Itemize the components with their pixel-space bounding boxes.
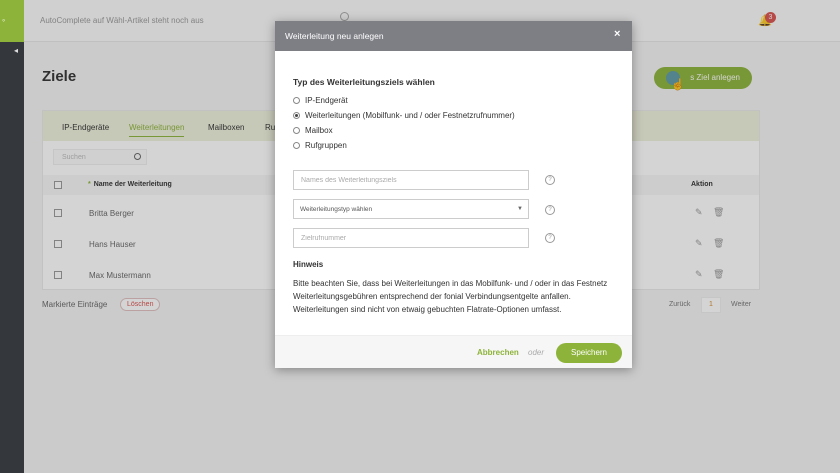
forwarding-type-select[interactable]: Weiterleitungstyp wählen ▼ xyxy=(293,199,529,219)
radio-label[interactable]: Rufgruppen xyxy=(305,141,347,150)
radio-label[interactable]: IP-Endgerät xyxy=(305,96,348,105)
rail-home-button[interactable]: ◦ xyxy=(0,0,24,42)
help-icon[interactable]: ? xyxy=(545,233,555,243)
target-number-input[interactable] xyxy=(294,229,528,247)
help-icon[interactable]: ? xyxy=(545,205,555,215)
chevron-down-icon[interactable]: ▼ xyxy=(517,206,523,212)
hint-title: Hinweis xyxy=(293,260,324,269)
radio-label[interactable]: Mailbox xyxy=(305,126,333,135)
collapse-icon[interactable]: ◂ xyxy=(14,46,18,55)
help-icon[interactable]: ? xyxy=(545,175,555,185)
radio-button[interactable] xyxy=(293,142,300,149)
radio-button[interactable] xyxy=(293,97,300,104)
home-icon: ◦ xyxy=(2,15,6,25)
hint-text: Bitte beachten Sie, dass bei Weiterleitu… xyxy=(293,279,608,314)
or-separator: oder xyxy=(528,348,545,357)
dialog-footer: Abbrechen oder Speichern xyxy=(275,335,632,368)
target-type-label: Typ des Weiterleitungsziels wählen xyxy=(293,77,435,87)
left-rail xyxy=(0,0,24,473)
save-button[interactable]: Speichern xyxy=(556,343,622,363)
radio-button[interactable] xyxy=(293,127,300,134)
dialog-header: Weiterleitung neu anlegen × xyxy=(275,21,632,51)
dialog-title: Weiterleitung neu anlegen xyxy=(285,31,384,41)
radio-button[interactable] xyxy=(293,112,300,119)
target-name-field[interactable] xyxy=(293,170,529,190)
new-forwarding-dialog: Weiterleitung neu anlegen × Typ des Weit… xyxy=(275,21,632,368)
target-name-input[interactable] xyxy=(294,171,528,189)
select-value: Weiterleitungstyp wählen xyxy=(300,206,373,213)
close-icon[interactable]: × xyxy=(614,28,620,40)
cancel-button[interactable]: Abbrechen xyxy=(477,348,519,357)
target-number-field[interactable] xyxy=(293,228,529,248)
radio-label[interactable]: Weiterleitungen (Mobilfunk- und / oder F… xyxy=(305,111,515,120)
